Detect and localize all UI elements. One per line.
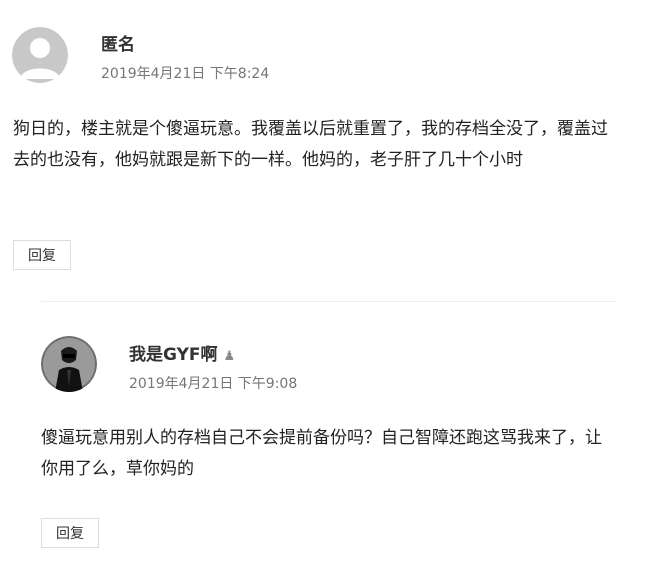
comment-text: 狗日的，楼主就是个傻逼玩意。我覆盖以后就重置了，我的存档全没了，覆盖过去的也没有…: [13, 119, 608, 170]
author-person-icon: ♟: [223, 349, 236, 364]
dark-character-avatar-icon: [41, 336, 97, 392]
reply-button[interactable]: 回复: [13, 240, 71, 270]
author-link[interactable]: 我是GYF啊: [129, 345, 218, 365]
comment-2-reply: 我是GYF啊 ♟ 2019年4月21日 下午9:08 傻逼玩意用别人的存档自己不会…: [0, 300, 648, 572]
comment-text: 傻逼玩意用别人的存档自己不会提前备份吗？自己智障还跑这骂我来了，让你用了么，草你…: [41, 428, 602, 479]
default-user-avatar-icon: [12, 27, 68, 83]
comment-author[interactable]: 匿名: [101, 30, 135, 55]
comment-1: 匿名 2019年4月21日 下午8:24 狗日的，楼主就是个傻逼玩意。我覆盖以后…: [0, 0, 648, 290]
reply-button[interactable]: 回复: [41, 518, 99, 548]
comment-date[interactable]: 2019年4月21日 下午9:08: [129, 373, 297, 393]
comment-date[interactable]: 2019年4月21日 下午8:24: [101, 63, 269, 83]
comment-author: 我是GYF啊 ♟: [129, 340, 235, 365]
